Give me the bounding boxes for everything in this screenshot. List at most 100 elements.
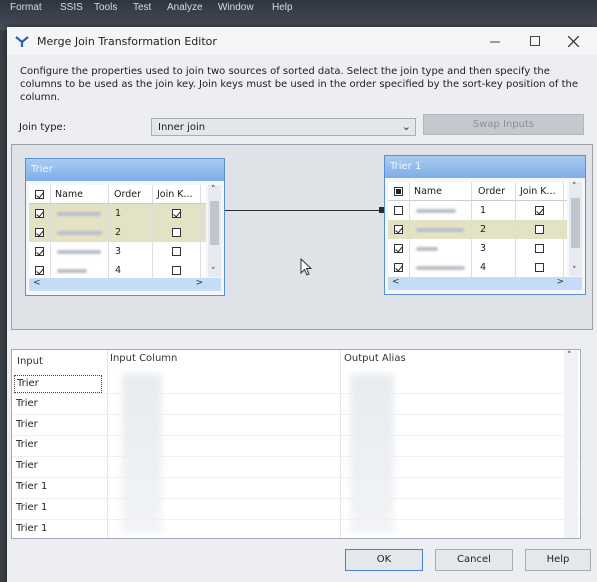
join-key-checkbox[interactable] xyxy=(172,247,181,256)
menu-window[interactable]: Window xyxy=(218,2,254,13)
grid-vertical-scrollbar[interactable]: ˄ xyxy=(564,350,578,538)
table-row[interactable]: 1 xyxy=(388,201,567,221)
join-key-checkbox[interactable] xyxy=(535,244,544,253)
join-type-label: Join type: xyxy=(19,122,67,133)
header-join-key[interactable]: Join K... xyxy=(516,182,564,200)
help-button[interactable]: Help xyxy=(525,549,591,571)
scroll-up-icon[interactable]: ˄ xyxy=(572,182,577,192)
input-box-left[interactable]: Trier Name Order Join K... 1 2 3 4 ˄ ˅ <… xyxy=(25,158,225,296)
swap-inputs-button[interactable]: Swap Inputs xyxy=(423,114,584,135)
grid-row-input[interactable]: Trier xyxy=(16,439,38,450)
scroll-up-icon[interactable]: ˄ xyxy=(211,185,216,195)
column-order: 1 xyxy=(109,204,153,223)
scroll-thumb[interactable] xyxy=(571,198,580,248)
column-order: 1 xyxy=(472,201,516,220)
menu-ssis[interactable]: SSIS xyxy=(60,2,83,13)
scroll-down-icon[interactable]: ˅ xyxy=(211,267,216,277)
table-row[interactable]: 3 xyxy=(29,242,206,262)
column-name-redacted xyxy=(57,211,101,216)
merge-join-icon xyxy=(15,36,29,47)
column-name-redacted xyxy=(57,268,87,273)
mouse-cursor-icon xyxy=(300,258,313,276)
join-key-checkbox[interactable] xyxy=(535,225,544,234)
header-name[interactable]: Name xyxy=(51,185,109,203)
grid-row-input[interactable]: Trier xyxy=(16,460,38,471)
header-input-column[interactable]: Input Column xyxy=(110,353,177,364)
column-checkbox[interactable] xyxy=(35,228,44,237)
scroll-left-icon[interactable]: < xyxy=(392,277,400,287)
input-box-title: Trier xyxy=(26,159,224,181)
column-checkbox[interactable] xyxy=(35,266,44,275)
grid-row-input[interactable]: Trier xyxy=(16,398,38,409)
menu-tools[interactable]: Tools xyxy=(94,2,117,13)
header-name[interactable]: Name xyxy=(410,182,472,200)
header-output-alias[interactable]: Output Alias xyxy=(344,353,406,364)
header-input[interactable]: Input xyxy=(17,356,43,367)
table-row[interactable]: 4 xyxy=(388,258,567,278)
column-name-redacted xyxy=(416,208,456,213)
grid-row-input[interactable]: Trier xyxy=(16,419,38,430)
menu-format[interactable]: Format xyxy=(10,2,42,13)
table-row[interactable]: 2 xyxy=(29,223,206,243)
ok-button[interactable]: OK xyxy=(345,549,423,571)
scroll-thumb[interactable] xyxy=(210,201,219,245)
join-connector-line xyxy=(225,210,383,211)
select-all-checkbox[interactable] xyxy=(394,186,403,196)
title-bar[interactable]: Merge Join Transformation Editor xyxy=(7,27,597,55)
maximize-button[interactable] xyxy=(519,31,551,51)
table-row[interactable]: 2 xyxy=(388,220,567,240)
table-row[interactable]: 3 xyxy=(388,239,567,259)
input-box-right[interactable]: Trier 1 Name Order Join K... 1 2 3 4 ˄ ˅… xyxy=(384,155,586,295)
column-order: 4 xyxy=(472,258,516,277)
vertical-scrollbar[interactable]: ˄ ˅ xyxy=(569,182,582,276)
grid-row-input[interactable]: Trier xyxy=(14,375,102,393)
chevron-down-icon: ⌄ xyxy=(401,120,411,133)
scroll-left-icon[interactable]: < xyxy=(33,278,41,288)
join-key-checkbox[interactable] xyxy=(535,263,544,272)
column-order: 3 xyxy=(109,242,153,261)
maximize-icon xyxy=(530,36,540,46)
column-checkbox[interactable] xyxy=(35,247,44,256)
column-name-redacted xyxy=(416,246,438,251)
column-header-row: Name Order Join K... xyxy=(29,185,206,204)
column-checkbox[interactable] xyxy=(394,206,403,215)
menu-analyze[interactable]: Analyze xyxy=(167,2,203,13)
join-key-checkbox[interactable] xyxy=(172,209,181,218)
grid-row-input[interactable]: Trier 1 xyxy=(16,502,47,513)
column-checkbox[interactable] xyxy=(394,263,403,272)
grid-row-input[interactable]: Trier 1 xyxy=(16,523,47,534)
horizontal-scrollbar[interactable]: < > xyxy=(29,278,221,291)
output-alias-values-redacted xyxy=(350,374,394,534)
join-key-checkbox[interactable] xyxy=(535,206,544,215)
scroll-down-icon[interactable]: ˅ xyxy=(572,266,577,276)
column-name-redacted xyxy=(57,249,101,254)
scroll-right-icon[interactable]: > xyxy=(195,278,203,288)
vertical-scrollbar[interactable]: ˄ ˅ xyxy=(208,185,221,277)
select-all-checkbox[interactable] xyxy=(35,189,44,199)
grid-row-input[interactable]: Trier 1 xyxy=(16,481,47,492)
menu-help[interactable]: Help xyxy=(272,2,293,13)
column-checkbox[interactable] xyxy=(35,209,44,218)
join-type-select[interactable]: Inner join ⌄ xyxy=(151,118,416,136)
table-row[interactable]: 1 xyxy=(29,204,206,224)
cancel-button[interactable]: Cancel xyxy=(435,549,513,571)
column-order: 2 xyxy=(109,223,153,242)
join-key-checkbox[interactable] xyxy=(172,266,181,275)
horizontal-scrollbar[interactable]: < > xyxy=(388,277,582,290)
header-order[interactable]: Order xyxy=(472,182,516,200)
close-icon xyxy=(567,35,579,47)
menu-test[interactable]: Test xyxy=(133,2,151,13)
close-button[interactable] xyxy=(557,31,589,51)
header-order[interactable]: Order xyxy=(109,185,153,203)
scroll-right-icon[interactable]: > xyxy=(556,277,564,287)
join-key-checkbox[interactable] xyxy=(172,228,181,237)
scroll-up-icon[interactable]: ˄ xyxy=(567,351,572,361)
output-columns-grid[interactable]: Input Input Column Output Alias Trier Tr… xyxy=(11,349,581,539)
column-checkbox[interactable] xyxy=(394,244,403,253)
join-type-value: Inner join xyxy=(158,122,206,133)
header-join-key[interactable]: Join K... xyxy=(153,185,201,203)
dialog-title: Merge Join Transformation Editor xyxy=(37,35,217,48)
input-column-values-redacted xyxy=(122,374,162,534)
column-checkbox[interactable] xyxy=(394,225,403,234)
minimize-button[interactable] xyxy=(479,31,511,51)
